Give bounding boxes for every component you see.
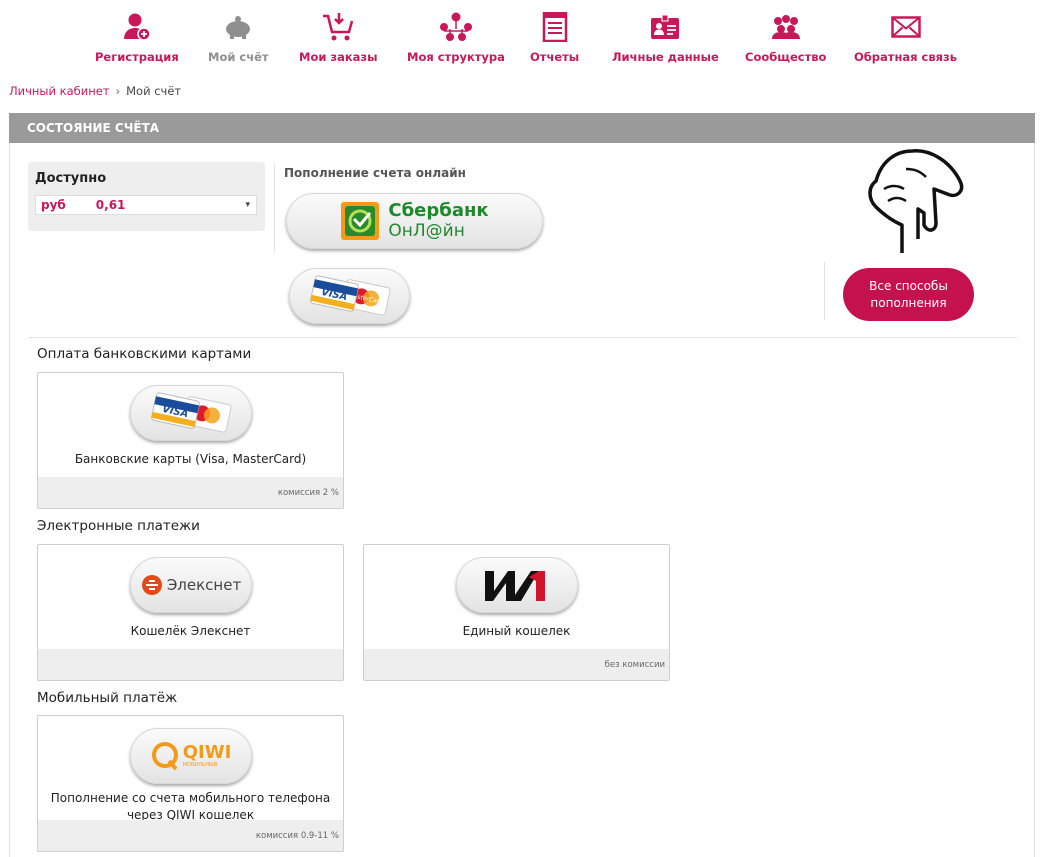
nav-label: Обратная связь — [854, 50, 957, 64]
commission-label: комиссия 2 % — [38, 477, 343, 508]
nav-label: Отчеты — [530, 50, 580, 64]
eleksnet-logo: Элекснет — [130, 557, 252, 613]
currency-select[interactable]: руб 0,61 ▾ — [35, 195, 257, 215]
nav-feedback[interactable]: Обратная связь — [854, 10, 957, 64]
nav-personal-data[interactable]: Личные данные — [612, 10, 719, 64]
breadcrumb: Личный кабинет › Мой счёт — [9, 84, 181, 98]
payment-card-w1[interactable]: Единый кошелек без комиссии — [363, 544, 670, 681]
category-e-payments-title: Электронные платежи — [37, 518, 200, 534]
nav-label: Сообщество — [745, 50, 827, 64]
id-card-icon — [648, 10, 682, 44]
breadcrumb-separator: › — [115, 84, 121, 98]
nav-my-structure[interactable]: Моя структура — [407, 10, 505, 64]
sberbank-text: Сбербанк — [388, 200, 489, 221]
qiwi-logo: QIWI МОБИЛЬНЫЙ — [130, 728, 252, 784]
divider — [28, 337, 1017, 338]
community-icon — [769, 10, 803, 44]
cards-logo-icon: MasterCard VISA — [309, 275, 390, 316]
piggy-bank-icon — [221, 10, 255, 44]
payment-caption: Кошелёк Элекснет — [130, 624, 251, 638]
nav-registration[interactable]: Регистрация — [95, 10, 179, 64]
online-topup-title: Пополнение счета онлайн — [284, 166, 466, 180]
payment-caption: Банковские карты (Visa, MasterCard) — [74, 452, 307, 466]
sberbank-online-text: ОнЛ@йн — [388, 221, 465, 241]
w1-logo-icon — [485, 571, 545, 601]
pointing-hand-icon — [868, 149, 964, 253]
commission-label — [38, 649, 343, 680]
user-add-icon — [120, 10, 154, 44]
report-icon — [538, 10, 572, 44]
sberbank-online-button[interactable]: Сбербанк ОнЛ@йн — [286, 193, 543, 249]
qiwi-subtext: МОБИЛЬНЫЙ — [182, 761, 218, 768]
payment-card-eleksnet[interactable]: Элекснет Кошелёк Элекснет — [37, 544, 344, 681]
eleksnet-icon — [141, 575, 162, 595]
nav-label: Моя структура — [407, 50, 505, 64]
cart-icon — [321, 10, 355, 44]
commission-label: без комиссии — [364, 649, 669, 680]
nav-label: Мои заказы — [299, 50, 378, 64]
qiwi-text: QIWI — [182, 741, 232, 763]
breadcrumb-home-link[interactable]: Личный кабинет — [9, 84, 110, 98]
balance-title: Доступно — [35, 171, 107, 186]
payment-caption: Пополнение со счета мобильного телефона … — [50, 791, 331, 822]
commission-label: комиссия 0.9-11 % — [38, 820, 343, 851]
all-methods-button[interactable]: Все способы пополнения — [843, 268, 974, 321]
category-mobile-title: Мобильный платёж — [37, 690, 178, 706]
structure-icon — [439, 10, 473, 44]
envelope-icon — [889, 10, 923, 44]
category-bank-cards-title: Оплата банковскими картами — [37, 346, 252, 362]
nav-label: Личные данные — [612, 50, 719, 64]
nav-label: Мой счёт — [208, 50, 269, 64]
nav-my-account[interactable]: Мой счёт — [208, 10, 269, 64]
breadcrumb-current: Мой счёт — [126, 84, 182, 98]
visa-mastercard-button[interactable]: MasterCard VISA — [289, 268, 410, 324]
sberbank-logo-icon — [341, 202, 380, 240]
nav-my-orders[interactable]: Мои заказы — [299, 10, 378, 64]
chevron-down-icon: ▾ — [245, 200, 250, 210]
payment-card-bank-cards[interactable]: VISA Банковские карты (Visa, MasterCard)… — [37, 372, 344, 509]
balance-box: Доступно руб 0,61 ▾ — [28, 162, 265, 231]
nav-label: Регистрация — [95, 50, 179, 64]
balance-amount: 0,61 — [95, 198, 126, 212]
nav-reports[interactable]: Отчеты — [530, 10, 579, 64]
cards-logo-icon: VISA — [151, 392, 232, 433]
bank-cards-logo: VISA — [130, 385, 252, 441]
divider — [824, 262, 825, 320]
w1-logo — [456, 557, 578, 613]
currency-label: руб — [41, 198, 66, 212]
divider — [274, 163, 275, 253]
payment-card-qiwi[interactable]: QIWI МОБИЛЬНЫЙ Пополнение со счета мобил… — [37, 715, 344, 852]
nav-community[interactable]: Сообщество — [745, 10, 826, 64]
section-header: СОСТОЯНИЕ СЧЁТА — [9, 113, 1035, 143]
payment-caption: Единый кошелек — [462, 624, 571, 638]
top-navigation: Регистрация Мой счёт Мои заказы Моя стру… — [0, 0, 1054, 80]
qiwi-icon — [151, 742, 178, 771]
eleksnet-text: Элекснет — [166, 576, 242, 594]
